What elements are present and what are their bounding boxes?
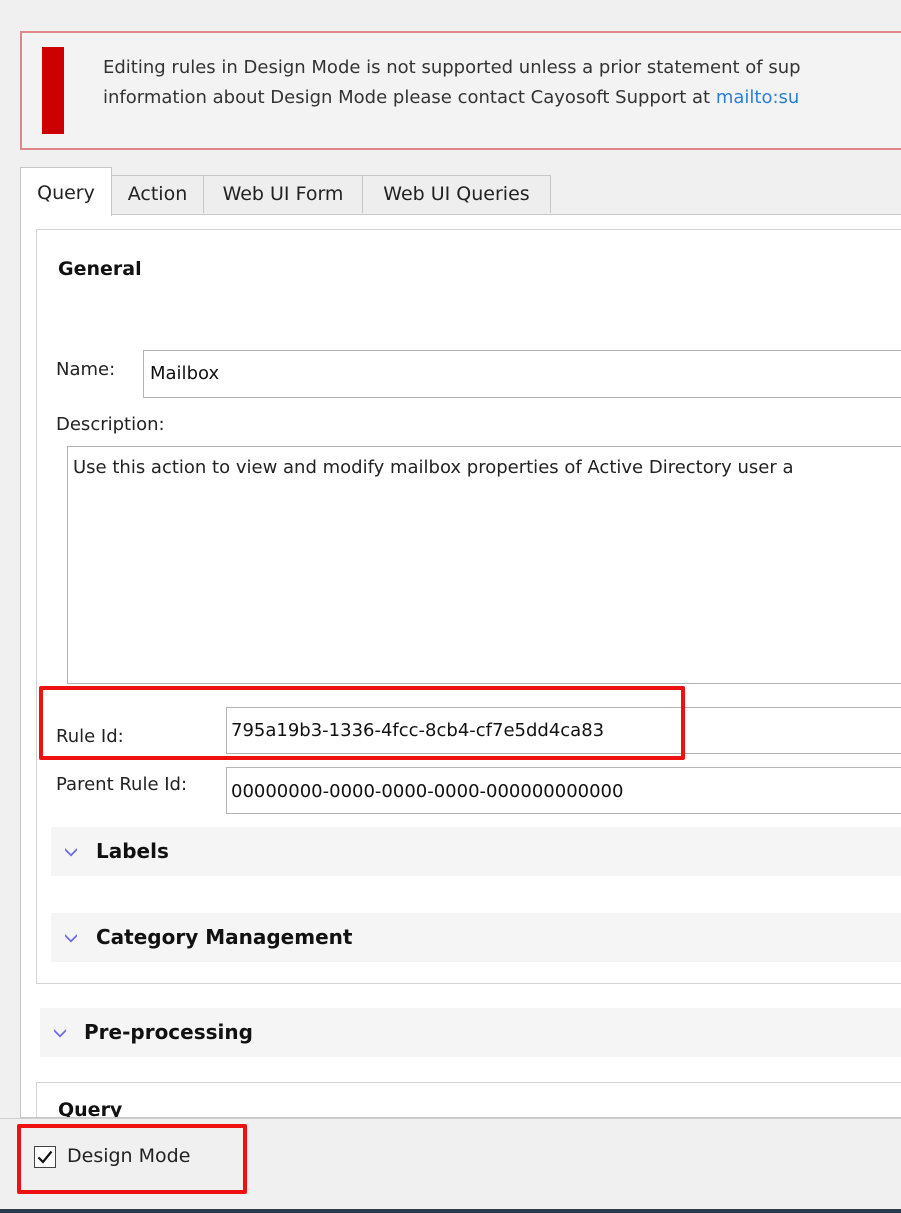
parent-rule-id-label: Parent Rule Id: <box>56 774 188 795</box>
window-bottom-border <box>0 1209 901 1213</box>
pre-processing-expander[interactable]: Pre-processing <box>40 1008 901 1057</box>
query-section-title: Query <box>58 1099 123 1118</box>
design-mode-highlight <box>17 1124 247 1194</box>
rule-id-highlight <box>39 686 685 760</box>
labels-expander[interactable]: Labels <box>51 827 901 876</box>
warning-message: Editing rules in Design Mode is not supp… <box>103 53 901 113</box>
name-field[interactable]: Mailbox <box>143 350 901 398</box>
category-management-expander-label: Category Management <box>96 925 353 949</box>
support-email-link[interactable]: mailto:su <box>716 87 800 108</box>
name-label: Name: <box>56 359 116 380</box>
pre-processing-expander-label: Pre-processing <box>84 1020 253 1044</box>
description-field[interactable]: Use this action to view and modify mailb… <box>67 446 901 684</box>
description-label: Description: <box>56 414 165 435</box>
tab-action[interactable]: Action <box>111 175 204 213</box>
query-section: Query <box>36 1082 901 1118</box>
warning-indicator-bar <box>42 47 64 134</box>
warning-line-1: Editing rules in Design Mode is not supp… <box>103 57 801 78</box>
general-title: General <box>58 258 142 280</box>
category-management-expander[interactable]: Category Management <box>51 913 901 962</box>
labels-expander-label: Labels <box>96 839 169 863</box>
tab-query[interactable]: Query <box>20 167 112 216</box>
warning-line-2: information about Design Mode please con… <box>103 83 901 113</box>
warning-line-2-text: information about Design Mode please con… <box>103 87 716 108</box>
tab-web-ui-form[interactable]: Web UI Form <box>203 175 363 213</box>
design-mode-warning-banner: Editing rules in Design Mode is not supp… <box>20 31 901 150</box>
tab-web-ui-queries[interactable]: Web UI Queries <box>362 175 551 213</box>
rule-editor-window: Editing rules in Design Mode is not supp… <box>0 0 901 1213</box>
chevron-down-icon <box>61 827 81 876</box>
general-section: General Name: Mailbox Description: Use t… <box>36 229 901 984</box>
chevron-down-icon <box>61 913 81 962</box>
query-tab-panel: General Name: Mailbox Description: Use t… <box>20 214 901 1118</box>
parent-rule-id-field[interactable]: 00000000-0000-0000-0000-000000000000 <box>226 767 901 814</box>
chevron-down-icon <box>50 1008 70 1057</box>
